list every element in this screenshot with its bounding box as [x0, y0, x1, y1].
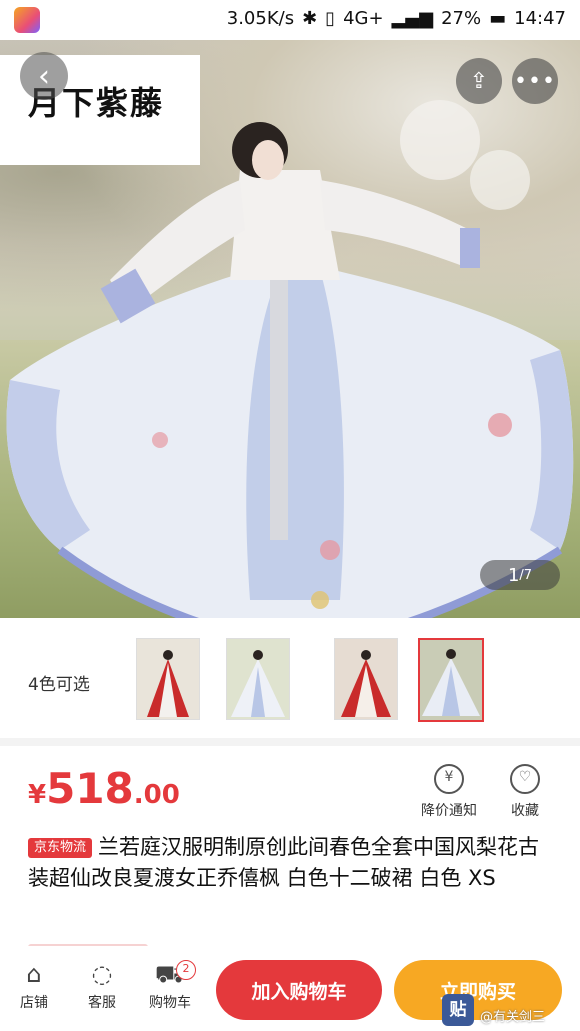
favorite-label: 收藏 — [511, 803, 539, 819]
page-total: /7 — [519, 567, 533, 583]
color-thumb-red-white-2[interactable] — [334, 638, 398, 720]
color-count-label: 4色可选 — [28, 675, 90, 695]
page-current: 1 — [507, 564, 520, 586]
color-thumb-white-blue[interactable] — [226, 638, 290, 720]
page-indicator: 1/7 — [480, 560, 560, 590]
chevron-left-icon: ‹ — [38, 58, 50, 94]
shop-label: 店铺 — [20, 995, 48, 1011]
price: ¥518.00 — [28, 764, 180, 813]
add-to-cart-button[interactable]: 加入购物车 — [216, 960, 382, 1020]
price-alert-button[interactable]: ¥ 降价通知 — [414, 764, 484, 820]
network-type: 4G+ — [343, 8, 384, 29]
price-integer: 518 — [46, 764, 134, 813]
watermark: 贴 @有关剑三 — [442, 994, 580, 1031]
shop-button[interactable]: ⌂ 店铺 — [4, 960, 64, 1012]
product-title-text: 兰若庭汉服明制原创此间春色全套中国风梨花古装超仙改良夏渡女正乔僖枫 白色十二破裙… — [28, 835, 540, 890]
favorite-button[interactable]: ♡ 收藏 — [490, 764, 560, 820]
back-button[interactable]: ‹ — [20, 52, 68, 100]
battery-icon: ▬ — [489, 8, 507, 29]
status-bar: 3.05K/s ✱ ▯ 4G+ ▂▄▆ 27% ▬ 14:47 — [0, 0, 580, 40]
cart-button[interactable]: ⛟ 2 购物车 — [140, 960, 200, 1012]
color-selector: 4色可选 — [0, 630, 580, 730]
price-decimal: .00 — [133, 780, 180, 810]
cart-count-badge: 2 — [176, 960, 196, 980]
service-button[interactable]: ◌ 客服 — [72, 960, 132, 1012]
section-divider — [0, 738, 580, 746]
chat-icon: ◌ — [91, 960, 113, 988]
watermark-text: @有关剑三 — [480, 1010, 546, 1025]
watermark-logo: 贴 — [442, 994, 474, 1026]
share-icon: ⇪ — [469, 68, 489, 94]
share-button[interactable]: ⇪ — [456, 58, 502, 104]
product-title: 京东物流 兰若庭汉服明制原创此间春色全套中国风梨花古装超仙改良夏渡女正乔僖枫 白色… — [28, 832, 558, 894]
logistics-badge: 京东物流 — [28, 838, 93, 858]
network-speed: 3.05K/s — [226, 8, 295, 29]
price-currency: ¥ — [28, 780, 47, 810]
more-button[interactable]: ••• — [512, 58, 558, 104]
cart-label: 购物车 — [149, 995, 191, 1011]
price-row: ¥518.00 ¥ 降价通知 ♡ 收藏 — [0, 746, 580, 826]
color-thumb-red-white[interactable] — [136, 638, 200, 720]
price-alert-label: 降价通知 — [421, 803, 477, 819]
color-thumb-blue-selected[interactable] — [418, 638, 484, 722]
more-icon: ••• — [514, 68, 556, 94]
app-icon — [14, 7, 40, 33]
vibrate-icon: ▯ — [325, 8, 336, 29]
service-label: 客服 — [88, 995, 116, 1011]
signal-icon: ▂▄▆ — [391, 8, 434, 29]
status-indicators: 3.05K/s ✱ ▯ 4G+ ▂▄▆ 27% ▬ 14:47 — [227, 8, 566, 29]
bluetooth-icon: ✱ — [302, 8, 318, 29]
yen-alert-icon: ¥ — [434, 764, 464, 794]
shop-icon: ⌂ — [26, 960, 42, 988]
heart-icon: ♡ — [510, 764, 540, 794]
battery-percent: 27% — [441, 8, 482, 29]
clock: 14:47 — [514, 8, 566, 29]
